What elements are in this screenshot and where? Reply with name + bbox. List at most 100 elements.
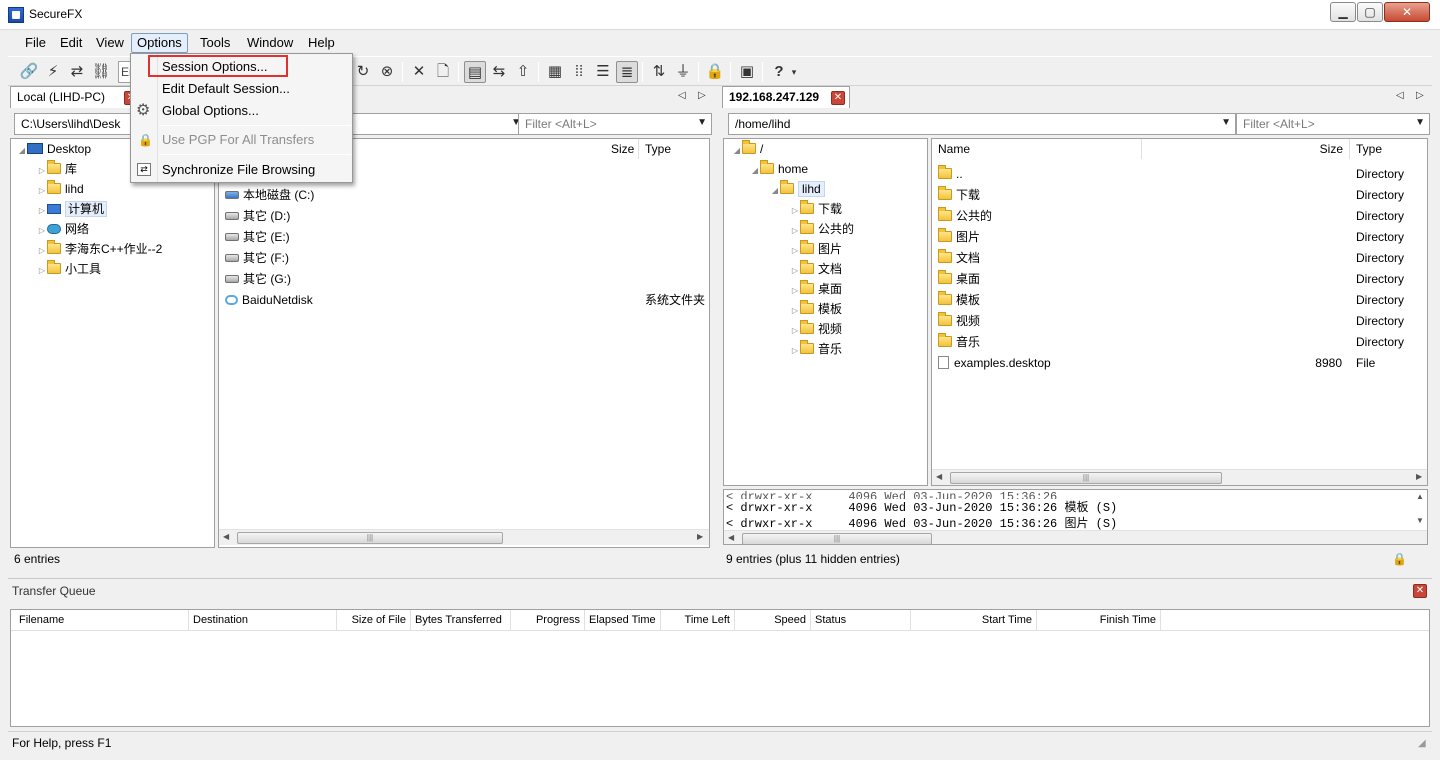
list-item[interactable]: 下载 Directory — [938, 185, 1427, 206]
list-item[interactable]: .. Directory — [938, 164, 1427, 185]
list-item[interactable]: 其它 (F:) — [225, 248, 289, 269]
list-item[interactable]: 其它 (G:) — [225, 269, 291, 290]
scroll-right-icon[interactable]: ▶ — [1416, 472, 1422, 481]
menu-item-edit-default-session[interactable]: Edit Default Session... — [131, 78, 352, 100]
refresh-icon[interactable]: ↻ — [352, 61, 374, 83]
chevron-down-icon[interactable]: ▾ — [788, 61, 800, 83]
tq-col-finish[interactable]: Finish Time — [1037, 610, 1161, 630]
tree-item[interactable]: ▷ 音乐 — [790, 339, 842, 360]
tree-item[interactable]: ▷ 图片 — [790, 239, 842, 260]
swap-panes-icon[interactable]: ⇆ — [488, 61, 510, 83]
tq-col-status[interactable]: Status — [811, 610, 911, 630]
tq-col-size[interactable]: Size of File — [337, 610, 411, 630]
close-button[interactable]: ✕ — [1384, 2, 1430, 22]
up-folder-icon[interactable]: ⇧ — [512, 61, 534, 83]
tq-col-filename[interactable]: Filename — [15, 610, 189, 630]
list-item[interactable]: BaiduNetdisk — [225, 290, 313, 311]
sort-icon[interactable]: ⇅ — [648, 61, 670, 83]
list-item[interactable]: 音乐 Directory — [938, 332, 1427, 353]
scrollbar-thumb[interactable]: ||| — [950, 472, 1222, 484]
scroll-up-icon[interactable]: ▲ — [1416, 492, 1424, 501]
remote-path-combo[interactable]: /home/lihd ▼ — [728, 113, 1236, 135]
scroll-down-icon[interactable]: ▼ — [1416, 516, 1424, 525]
disconnect-icon[interactable]: ⛓ — [90, 61, 112, 83]
local-col-type[interactable]: Type — [639, 139, 709, 159]
tab-close-icon[interactable]: ✕ — [831, 91, 845, 105]
tree-item[interactable]: ▷ 模板 — [790, 299, 842, 320]
remote-file-list[interactable]: Name Size Type .. Directory 下载 Directory 公共的… — [931, 138, 1428, 486]
transfer-queue-close-icon[interactable]: ✕ — [1413, 584, 1427, 598]
list-item[interactable]: 文档 Directory — [938, 248, 1427, 269]
remote-col-type[interactable]: Type — [1350, 139, 1427, 159]
list-item[interactable]: 视频 Directory — [938, 311, 1427, 332]
remote-horizontal-scrollbar[interactable]: ◀ ||| ▶ — [932, 469, 1427, 485]
list-item[interactable]: 桌面 Directory — [938, 269, 1427, 290]
tab-local[interactable]: Local (LIHD-PC) — [10, 86, 140, 108]
scroll-left-icon[interactable]: ◀ — [728, 533, 734, 542]
tab-scroll-right-icon[interactable]: ▷ — [698, 90, 706, 101]
quick-connect-icon[interactable]: ⚡ — [42, 61, 64, 83]
menu-tools[interactable]: Tools — [194, 33, 236, 53]
details-view-icon[interactable]: ≣ — [616, 61, 638, 83]
tree-item[interactable]: ▷ 小工具 — [37, 259, 101, 280]
chevron-down-icon[interactable]: ▼ — [1221, 117, 1231, 128]
local-col-size[interactable]: Size — [605, 139, 639, 159]
tree-item[interactable]: ▷ 视频 — [790, 319, 842, 340]
chevron-down-icon[interactable]: ▼ — [1415, 117, 1425, 128]
tq-col-time-left[interactable]: Time Left — [661, 610, 735, 630]
tq-col-elapsed[interactable]: Elapsed Time — [585, 610, 661, 630]
local-folder-tree[interactable]: ◢ Desktop ▷ 库 ▷ lihd ▷ 计算机 ▷ 网络 ▷ 李海东C++作业--2 … — [10, 138, 215, 548]
tree-item[interactable]: ▷ 计算机 — [37, 199, 108, 220]
remote-folder-tree[interactable]: ◢ / ◢ home ◢ lihd ▷ 下载 ▷ 公共的 ▷ 图片 ▷ 文档 ▷ 桌面 ▷ 模板 … — [723, 138, 928, 486]
minimize-button[interactable]: ▁ — [1330, 2, 1356, 22]
list-item[interactable]: 其它 (E:) — [225, 227, 290, 248]
tab-scroll-left-icon[interactable]: ◁ — [678, 90, 686, 101]
stop-icon[interactable]: ⊗ — [376, 61, 398, 83]
connect-icon[interactable]: 🔗 — [18, 61, 40, 83]
scrollbar-thumb[interactable]: ||| — [742, 533, 932, 544]
list-item[interactable]: 图片 Directory — [938, 227, 1427, 248]
tree-item[interactable]: ▷ 文档 — [790, 259, 842, 280]
list-item[interactable]: 本地磁盘 (C:) — [225, 185, 314, 206]
tree-item[interactable]: ◢ Desktop — [17, 139, 91, 160]
tq-col-start[interactable]: Start Time — [911, 610, 1037, 630]
menu-edit[interactable]: Edit — [54, 33, 88, 53]
chevron-down-icon[interactable]: ▼ — [697, 117, 707, 128]
tq-col-speed[interactable]: Speed — [735, 610, 811, 630]
list-item[interactable]: 公共的 Directory — [938, 206, 1427, 227]
tree-item[interactable]: ▷ 李海东C++作业--2 — [37, 239, 162, 260]
tree-item[interactable]: ▷ 公共的 — [790, 219, 854, 240]
scroll-right-icon[interactable]: ▶ — [697, 532, 703, 541]
menu-file[interactable]: File — [19, 33, 52, 53]
menu-help[interactable]: Help — [302, 33, 341, 53]
tq-col-bytes[interactable]: Bytes Transferred — [411, 610, 511, 630]
list-item[interactable]: examples.desktop 8980 File — [938, 353, 1427, 374]
large-icons-icon[interactable]: ▦ — [544, 61, 566, 83]
list-item[interactable]: 其它 (D:) — [225, 206, 290, 227]
tq-col-progress[interactable]: Progress — [511, 610, 585, 630]
tree-item[interactable]: ▷ 网络 — [37, 219, 89, 240]
tab-scroll-left-icon[interactable]: ◁ — [1396, 90, 1404, 101]
help-icon[interactable]: ? — [768, 61, 790, 83]
tree-item[interactable]: ◢ lihd — [770, 179, 825, 200]
menu-options[interactable]: Options — [131, 33, 188, 53]
menu-window[interactable]: Window — [241, 33, 299, 53]
small-icons-icon[interactable]: ⁞⁞ — [568, 61, 590, 83]
tree-item[interactable]: ▷ 库 — [37, 159, 77, 180]
lock-icon[interactable]: 🔒 — [704, 61, 726, 83]
tq-col-destination[interactable]: Destination — [189, 610, 337, 630]
remote-filter-input[interactable]: Filter <Alt+L> ▼ — [1236, 113, 1430, 135]
scroll-left-icon[interactable]: ◀ — [936, 472, 942, 481]
tree-item[interactable]: ◢ / — [732, 139, 763, 160]
delete-icon[interactable]: ✕ — [408, 61, 430, 83]
transfer-queue-icon[interactable]: ▣ — [736, 61, 758, 83]
session-log[interactable]: < drwxr-xr-x 4096 Wed 03-Jun-2020 15:36:… — [723, 489, 1428, 545]
tree-view-icon[interactable]: ▤ — [464, 61, 486, 83]
resize-grip-icon[interactable]: ◢ — [1418, 738, 1426, 749]
local-file-list[interactable]: Size Type 本地磁盘 (C:) 其它 (D:) 其它 (E:) 其它 (… — [218, 138, 710, 548]
tree-item[interactable]: ▷ 桌面 — [790, 279, 842, 300]
local-horizontal-scrollbar[interactable]: ◀ ||| ▶ — [219, 529, 709, 545]
properties-icon[interactable]: 🗋 — [432, 61, 454, 83]
tree-item[interactable]: ▷ lihd — [37, 179, 84, 200]
list-view-icon[interactable]: ☰ — [592, 61, 614, 83]
